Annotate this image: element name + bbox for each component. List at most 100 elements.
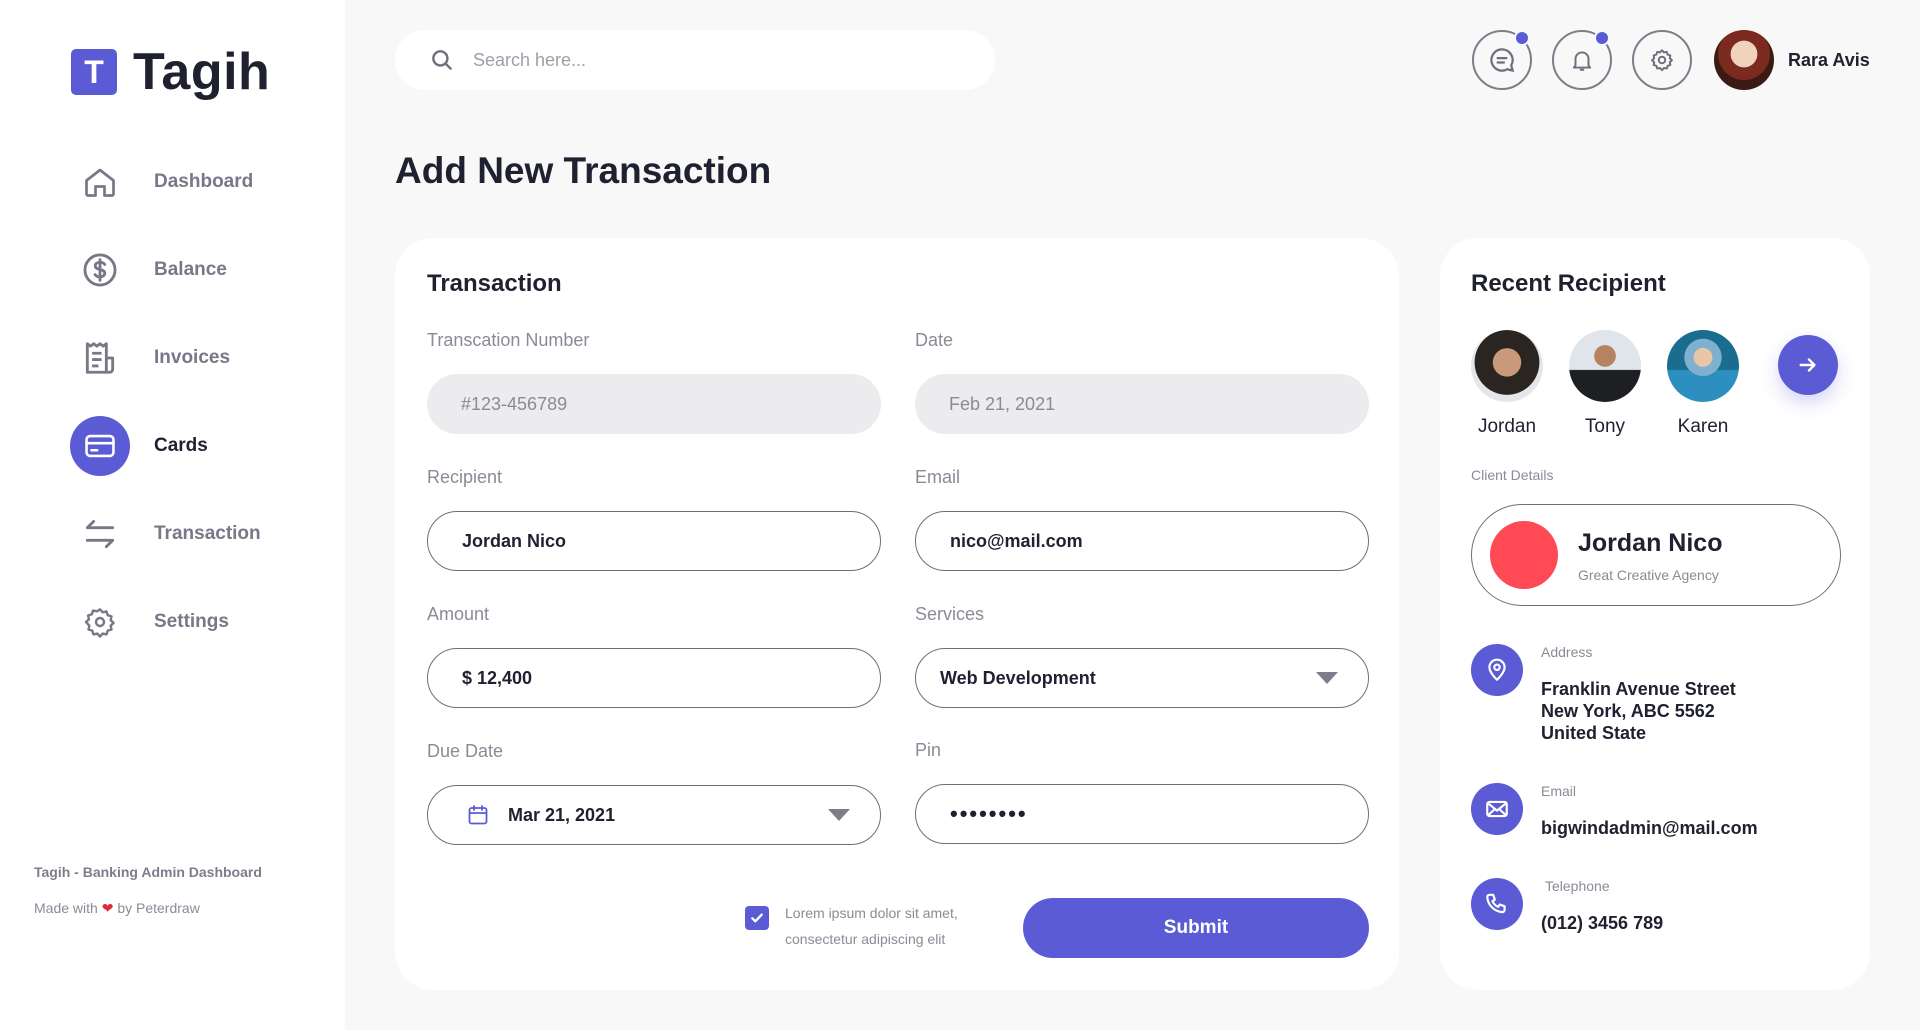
transaction-title: Transaction — [427, 270, 562, 297]
home-icon — [70, 152, 130, 212]
chevron-down-icon — [828, 809, 850, 821]
sidebar-item-invoices[interactable]: Invoices — [70, 328, 261, 388]
phone-label: Telephone — [1545, 878, 1610, 894]
email-info-label: Email — [1541, 783, 1577, 799]
notification-dot — [1514, 30, 1530, 46]
recipient-name: Tony — [1584, 416, 1626, 437]
recipient-name: Karen — [1677, 416, 1729, 437]
invoice-icon — [70, 328, 130, 388]
search-bar[interactable] — [395, 30, 995, 90]
phone-icon — [1471, 878, 1523, 930]
avatar — [1471, 330, 1543, 402]
gear-icon — [1649, 47, 1675, 73]
amount-field[interactable]: $ 12,400 — [427, 648, 881, 708]
search-icon — [429, 47, 455, 73]
date-value: Feb 21, 2021 — [949, 393, 1056, 414]
submit-button[interactable]: Submit — [1023, 898, 1369, 958]
sidebar-item-transaction[interactable]: Transaction — [70, 504, 261, 564]
recipient-name: Jordan — [1477, 416, 1537, 437]
sidebar-item-label: Transaction — [154, 523, 261, 544]
address-line-2: New York, ABC 5562 — [1541, 701, 1715, 721]
agree-checkbox[interactable] — [745, 906, 769, 930]
mail-icon — [1471, 783, 1523, 835]
notifications-button[interactable] — [1552, 30, 1612, 90]
due-date-label: Due Date — [427, 741, 504, 761]
email-field[interactable]: nico@mail.com — [915, 511, 1369, 571]
client-details-box[interactable]: Jordan Nico Great Creative Agency — [1471, 504, 1841, 606]
pin-value: •••••••• — [950, 801, 1028, 826]
amount-value: $ 12,400 — [462, 667, 533, 688]
logo-text: Tagih — [133, 43, 271, 101]
transaction-number-value: #123-456789 — [461, 393, 568, 414]
email-info-value[interactable]: bigwindadmin@mail.com — [1541, 817, 1758, 839]
notification-dot — [1594, 30, 1610, 46]
avatar — [1569, 330, 1641, 402]
footer-title: Tagih - Banking Admin Dashboard — [34, 864, 262, 880]
sidebar-item-settings[interactable]: Settings — [70, 592, 261, 652]
recipient-field[interactable]: Jordan Nico — [427, 511, 881, 571]
address-label: Address — [1541, 644, 1593, 660]
date-label: Date — [915, 330, 954, 350]
client-avatar — [1490, 521, 1558, 589]
pin-field[interactable]: •••••••• — [915, 784, 1369, 844]
chevron-down-icon — [1316, 672, 1338, 684]
calendar-icon — [466, 803, 490, 827]
recipient-value: Jordan Nico — [462, 530, 567, 551]
transaction-card: Transaction Transcation Number #123-4567… — [395, 238, 1399, 990]
check-icon — [751, 913, 763, 923]
recipient-label: Recipient — [427, 467, 503, 487]
pin-label: Pin — [915, 740, 942, 760]
footer-credit: Made with ❤ by Peterdraw — [34, 900, 200, 917]
dollar-icon — [70, 240, 130, 300]
agree-text: Lorem ipsum dolor sit amet, consectetur … — [785, 905, 958, 947]
recipient-tony[interactable]: Tony — [1569, 330, 1641, 438]
bell-icon — [1569, 47, 1595, 73]
email-value: nico@mail.com — [950, 530, 1083, 551]
sidebar-item-label: Invoices — [154, 347, 231, 368]
recent-recipient-card: Recent Recipient Jordan Tony Karen Clien… — [1440, 238, 1870, 990]
avatar — [1667, 330, 1739, 402]
services-value: Web Development — [940, 667, 1096, 688]
transaction-number-field: #123-456789 — [427, 374, 881, 434]
sidebar-item-label: Balance — [154, 259, 227, 280]
sidebar-nav: Dashboard Balance Invoices Cards Transac… — [70, 152, 261, 680]
gear-icon — [70, 592, 130, 652]
sidebar-item-dashboard[interactable]: Dashboard — [70, 152, 261, 212]
sidebar-item-label: Settings — [154, 611, 229, 632]
phone-value[interactable]: (012) 3456 789 — [1541, 912, 1663, 934]
client-details-label: Client Details — [1471, 467, 1554, 483]
due-date-select[interactable]: Mar 21, 2021 — [427, 785, 881, 845]
avatar[interactable] — [1714, 30, 1774, 90]
sidebar-item-cards[interactable]: Cards — [70, 416, 261, 476]
transfer-icon — [70, 504, 130, 564]
client-name: Jordan Nico — [1578, 529, 1723, 557]
due-date-value: Mar 21, 2021 — [508, 804, 616, 825]
settings-button[interactable] — [1632, 30, 1692, 90]
email-label: Email — [915, 467, 961, 487]
logo[interactable]: T Tagih — [71, 42, 270, 102]
page-title: Add New Transaction — [395, 150, 772, 191]
next-recipients-button[interactable] — [1778, 335, 1838, 395]
user-name[interactable]: Rara Avis — [1788, 50, 1870, 71]
recipient-jordan[interactable]: Jordan — [1471, 330, 1543, 438]
recent-recipient-title: Recent Recipient — [1471, 270, 1666, 297]
client-company: Great Creative Agency — [1578, 567, 1719, 583]
logo-mark: T — [71, 49, 117, 95]
sidebar: T Tagih Dashboard Balance Invoices Cards… — [0, 0, 345, 1030]
services-select[interactable]: Web Development — [915, 648, 1369, 708]
sidebar-item-balance[interactable]: Balance — [70, 240, 261, 300]
sidebar-item-label: Cards — [154, 435, 208, 456]
arrow-right-icon — [1799, 358, 1816, 372]
footer-made-prefix: Made with — [34, 900, 98, 916]
recipient-karen[interactable]: Karen — [1667, 330, 1739, 438]
address-line-1: Franklin Avenue Street — [1541, 679, 1736, 699]
chat-icon — [1487, 45, 1517, 75]
address-line-3: United State — [1541, 723, 1647, 743]
location-icon — [1471, 644, 1523, 696]
search-input[interactable] — [473, 49, 913, 71]
date-field: Feb 21, 2021 — [915, 374, 1369, 434]
footer-made-suffix: by Peterdraw — [117, 900, 200, 916]
heart-icon: ❤ — [101, 900, 114, 916]
services-label: Services — [915, 604, 985, 624]
messages-button[interactable] — [1472, 30, 1532, 90]
